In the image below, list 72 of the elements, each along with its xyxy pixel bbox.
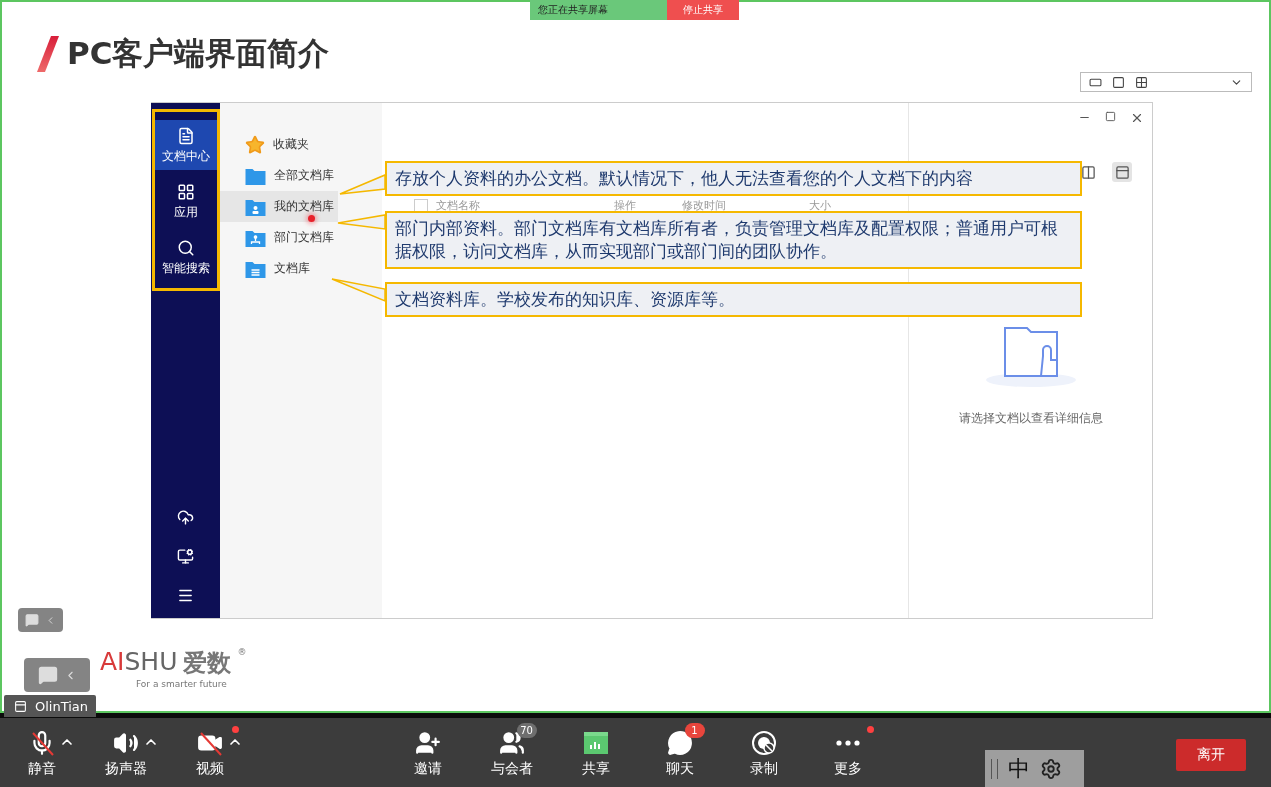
grid-view-icon [1135, 75, 1148, 89]
cursor-dot [308, 215, 315, 222]
toolbar-button[interactable]: 邀请 [397, 718, 458, 787]
screen-icon [14, 699, 27, 713]
presenter-name: OlinTian [35, 698, 89, 714]
chat-icon [25, 613, 39, 627]
star-icon [245, 134, 265, 155]
ime-mode: 中 [1008, 754, 1030, 783]
toolbar-button[interactable]: 静音 [11, 718, 72, 787]
folder-icon [245, 259, 266, 278]
toolbar-button[interactable]: 更多 [817, 718, 878, 787]
nav-label: 收藏夹 [273, 137, 309, 152]
rail-item[interactable]: 应用 [154, 176, 217, 226]
nav-label: 全部文档库 [274, 168, 334, 183]
rail-label: 智能搜索 [161, 260, 210, 276]
document-icon [176, 126, 195, 145]
folder-icon [245, 228, 266, 247]
chat-bubble-icon [666, 730, 693, 756]
stop-share-button[interactable]: 停止共享 [667, 0, 739, 20]
chat-icon [37, 665, 58, 685]
folder-icon [245, 197, 266, 216]
logo-tagline: For a smarter future [136, 679, 228, 689]
share-screen-icon [582, 731, 609, 755]
chat-toggle-button[interactable] [18, 608, 63, 632]
maximize-icon[interactable] [1105, 111, 1116, 122]
registered-mark: ® [237, 647, 247, 657]
count-badge: 70 [516, 723, 537, 738]
record-icon [750, 730, 777, 756]
logo-wordmark: AISHU [100, 647, 178, 676]
toolbar-button[interactable]: 共享 [565, 718, 626, 787]
nav-item[interactable]: 收藏夹 [220, 129, 338, 160]
nav-label: 部门文档库 [274, 230, 334, 245]
nav-label: 文档库 [274, 261, 310, 276]
nav-item[interactable]: 部门文档库 [220, 222, 338, 253]
logo-chinese: 爱数 [183, 648, 232, 679]
count-badge: 1 [684, 723, 705, 738]
toolbar-button[interactable]: 70 与会者 [481, 718, 542, 787]
leave-button[interactable]: 离开 [1176, 739, 1246, 771]
ime-indicator[interactable]: 中 [985, 750, 1084, 787]
add-person-icon [414, 730, 441, 756]
toolbar-button[interactable]: 1 聊天 [649, 718, 710, 787]
view-mode-dropdown[interactable] [1080, 72, 1252, 92]
slide-title: PC客户端界面简介 [67, 34, 330, 73]
callout-note: 部门内部资料。部门文档库有文档库所有者，负责管理文档库及配置权限；普通用户可根据权限，访问文档库，从而实现部门或部门间的团队协作。 [385, 211, 1082, 269]
search-icon [176, 238, 195, 257]
square-view-icon [1112, 75, 1125, 89]
empty-state-text: 请选择文档以查看详细信息 [958, 410, 1103, 427]
apps-grid-icon [176, 182, 195, 201]
monitor-icon[interactable] [177, 548, 194, 565]
nav-item[interactable]: 全部文档库 [220, 160, 338, 191]
checkbox[interactable] [414, 198, 428, 213]
slash-mark-icon [35, 34, 61, 74]
toolbar-button[interactable]: 视频 [179, 718, 240, 787]
settings-icon[interactable] [1040, 757, 1062, 780]
cloud-upload-icon[interactable] [177, 509, 194, 526]
nav-item[interactable]: 文档库 [220, 253, 338, 284]
folder-icon [245, 166, 266, 185]
nav-item[interactable]: 我的文档库 [220, 191, 338, 222]
panel-toggle-icon[interactable] [1112, 162, 1132, 182]
rail-item[interactable]: 智能搜索 [154, 232, 217, 282]
status-text: 您正在共享屏幕 [538, 3, 608, 17]
speaker-icon [112, 730, 139, 756]
toolbar-button[interactable]: 录制 [733, 718, 794, 787]
close-icon[interactable] [1130, 111, 1144, 125]
rail-item[interactable]: 文档中心 [154, 120, 217, 170]
nav-label: 我的文档库 [274, 199, 334, 214]
chat-toggle-button[interactable] [24, 658, 90, 692]
rail-label: 文档中心 [161, 148, 210, 164]
more-icon [835, 740, 860, 746]
menu-icon[interactable] [177, 587, 194, 604]
toolbar-button[interactable]: 扬声器 [95, 718, 156, 787]
rail-label: 应用 [173, 204, 198, 220]
